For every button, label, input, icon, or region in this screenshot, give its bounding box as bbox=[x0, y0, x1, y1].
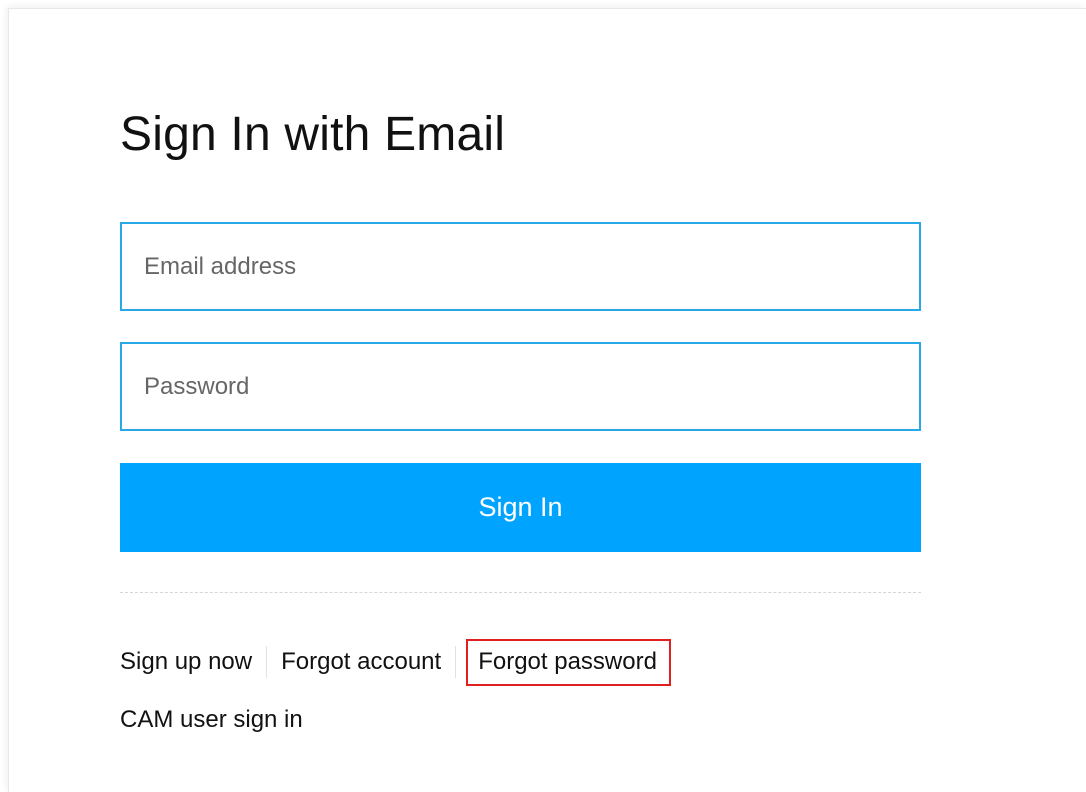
link-separator bbox=[455, 646, 457, 678]
sign-in-button[interactable]: Sign In bbox=[120, 463, 921, 552]
sign-in-card: Sign In with Email Sign In Sign up now F… bbox=[8, 8, 1086, 792]
sign-up-link[interactable]: Sign up now bbox=[120, 648, 252, 676]
cam-user-sign-in-link[interactable]: CAM user sign in bbox=[120, 706, 303, 734]
link-separator bbox=[266, 646, 268, 678]
divider bbox=[120, 592, 921, 593]
forgot-password-link[interactable]: Forgot password bbox=[466, 638, 671, 686]
forgot-account-link[interactable]: Forgot account bbox=[281, 648, 441, 676]
auth-links: Sign up now Forgot account Forgot passwo… bbox=[120, 637, 671, 687]
page-title: Sign In with Email bbox=[120, 108, 506, 161]
password-field[interactable] bbox=[120, 342, 921, 431]
email-field[interactable] bbox=[120, 222, 921, 311]
